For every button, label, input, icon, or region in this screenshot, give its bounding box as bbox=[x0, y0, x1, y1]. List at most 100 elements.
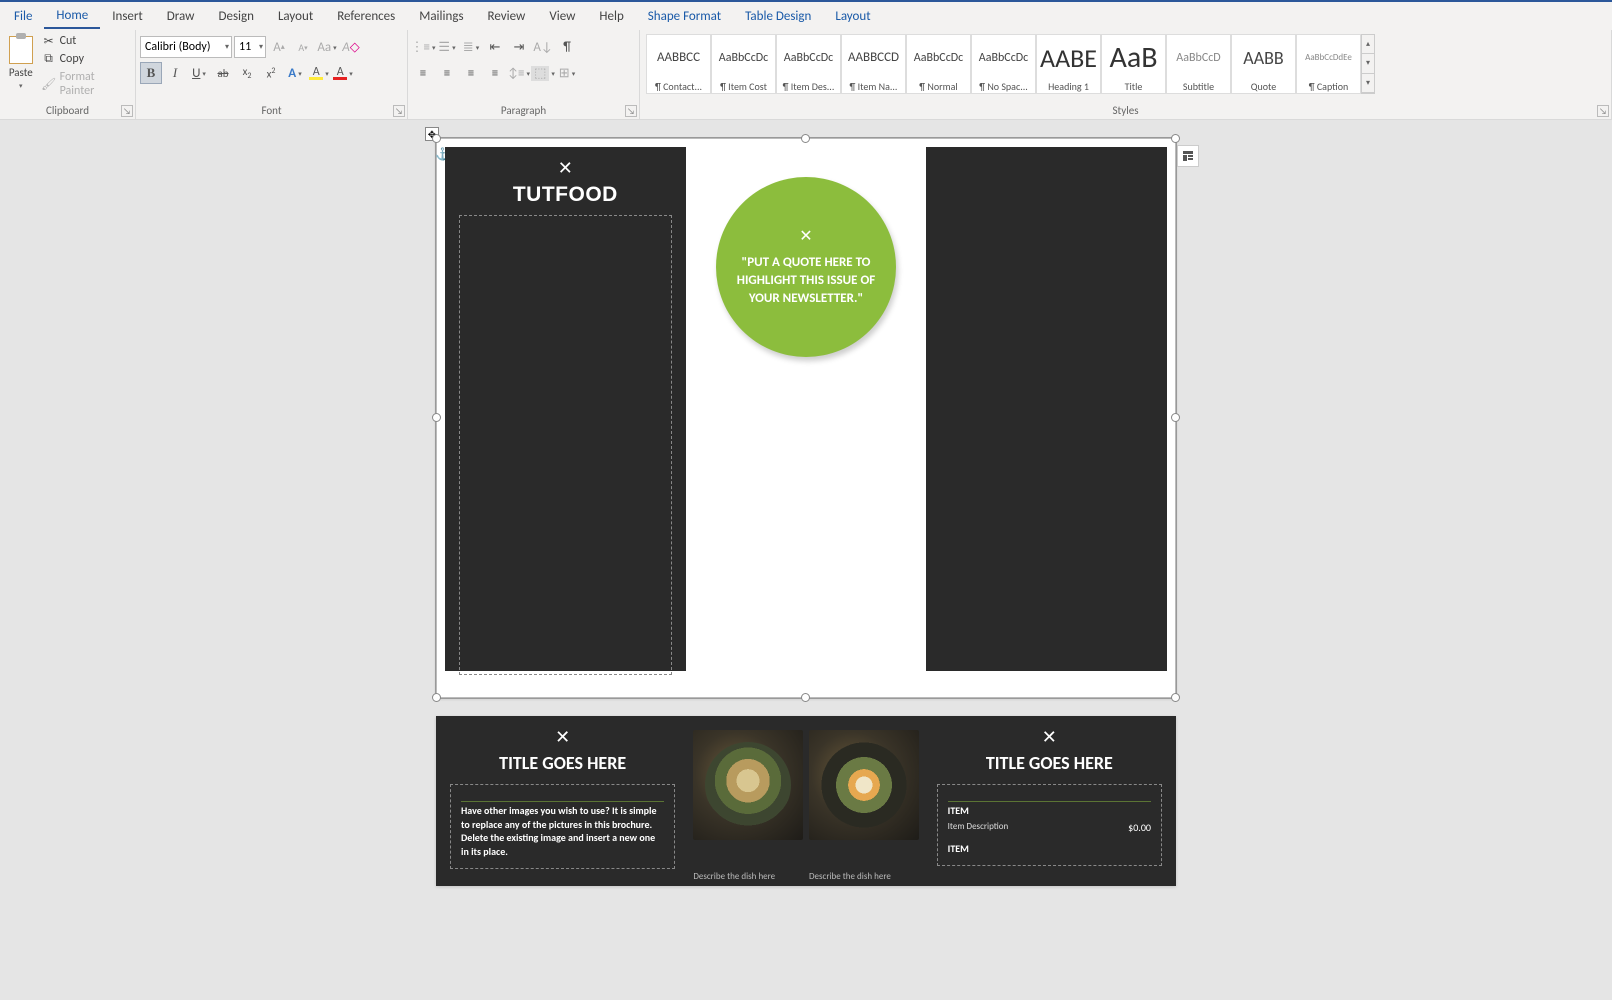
align-center-button[interactable]: ≡ bbox=[436, 62, 458, 84]
tab-view[interactable]: View bbox=[537, 5, 587, 28]
brochure-panel-left[interactable]: ✕ TUTFOOD bbox=[445, 147, 686, 671]
sel-handle[interactable] bbox=[1171, 134, 1180, 143]
quote-circle[interactable]: ✕ "PUT A QUOTE HERE TO HIGHLIGHT THIS IS… bbox=[716, 177, 896, 357]
tab-help[interactable]: Help bbox=[587, 5, 635, 28]
menu-placeholder[interactable]: ITEM Item Description $0.00 ITEM bbox=[937, 784, 1162, 866]
style-heading1[interactable]: AABEHeading 1 bbox=[1036, 34, 1101, 94]
layout-options-button[interactable] bbox=[1177, 145, 1199, 167]
sel-handle[interactable] bbox=[1171, 693, 1180, 702]
brochure2-right[interactable]: ✕ TITLE GOES HERE ITEM Item Description … bbox=[923, 716, 1176, 886]
tab-insert[interactable]: Insert bbox=[100, 5, 155, 28]
group-label-clipboard: Clipboard bbox=[4, 104, 131, 119]
decrease-font-button[interactable]: A▾ bbox=[292, 36, 314, 58]
font-launcher[interactable]: ↘ bbox=[393, 105, 405, 117]
show-marks-button[interactable]: ¶ bbox=[556, 36, 578, 58]
brochure-panel-center[interactable]: ✕ "PUT A QUOTE HERE TO HIGHLIGHT THIS IS… bbox=[686, 147, 927, 671]
brochure2-left[interactable]: ✕ TITLE GOES HERE Have other images you … bbox=[436, 716, 689, 886]
style-contact[interactable]: AABBCC¶ Contact... bbox=[646, 34, 711, 94]
strikethrough-button[interactable]: ab bbox=[212, 62, 234, 84]
style-item-na[interactable]: AABBCCD¶ Item Na... bbox=[841, 34, 906, 94]
italic-button[interactable]: I bbox=[164, 62, 186, 84]
text-effects-button[interactable]: A▾ bbox=[284, 62, 306, 84]
style-normal[interactable]: AaBbCcDc¶ Normal bbox=[906, 34, 971, 94]
styles-launcher[interactable]: ↘ bbox=[1597, 105, 1609, 117]
tab-draw[interactable]: Draw bbox=[155, 5, 207, 28]
brochure-panel-right[interactable] bbox=[926, 147, 1167, 671]
highlight-button[interactable]: A▾ bbox=[308, 62, 330, 84]
tab-review[interactable]: Review bbox=[476, 5, 538, 28]
bullets-button[interactable]: ⋮≡▾ bbox=[412, 36, 434, 58]
style-title[interactable]: AaBTitle bbox=[1101, 34, 1166, 94]
font-name-combo[interactable]: Calibri (Body) bbox=[140, 36, 232, 58]
style-caption[interactable]: AaBbCcDdEe¶ Caption bbox=[1296, 34, 1361, 94]
superscript-button[interactable]: x2 bbox=[260, 62, 282, 84]
sel-handle[interactable] bbox=[432, 134, 441, 143]
multilevel-button[interactable]: ≣▾ bbox=[460, 36, 482, 58]
clipboard-icon bbox=[9, 36, 33, 64]
borders-button[interactable]: ⊞▾ bbox=[556, 62, 578, 84]
menu-item-desc: Item Description bbox=[948, 821, 1009, 834]
copy-button[interactable]: ⧉ Copy bbox=[42, 52, 131, 66]
paragraph-launcher[interactable]: ↘ bbox=[625, 105, 637, 117]
align-left-button[interactable]: ≡ bbox=[412, 62, 434, 84]
gallery-up[interactable]: ▴ bbox=[1362, 35, 1374, 54]
subscript-button[interactable]: x2 bbox=[236, 62, 258, 84]
menu-item-name: ITEM bbox=[948, 842, 1151, 855]
align-right-button[interactable]: ≡ bbox=[460, 62, 482, 84]
copy-icon: ⧉ bbox=[42, 52, 56, 66]
style-item-cost[interactable]: AaBbCcDc¶ Item Cost bbox=[711, 34, 776, 94]
scissors-icon: ✂ bbox=[42, 34, 56, 48]
tab-table-layout[interactable]: Layout bbox=[823, 5, 882, 28]
underline-button[interactable]: U▾ bbox=[188, 62, 210, 84]
line-spacing-button[interactable]: ↕≡▾ bbox=[508, 62, 530, 84]
tab-references[interactable]: References bbox=[325, 5, 407, 28]
panel-title: TITLE GOES HERE bbox=[450, 752, 675, 774]
food-image[interactable] bbox=[693, 730, 803, 840]
shading-button[interactable]: ⬚▾ bbox=[532, 62, 554, 84]
change-case-button[interactable]: Aa▾ bbox=[316, 36, 338, 58]
tab-layout[interactable]: Layout bbox=[266, 5, 325, 28]
justify-button[interactable]: ≡ bbox=[484, 62, 506, 84]
image-caption: Describe the dish here bbox=[809, 871, 891, 882]
font-color-button[interactable]: A▾ bbox=[332, 62, 354, 84]
numbering-button[interactable]: ☰▾ bbox=[436, 36, 458, 58]
tab-design[interactable]: Design bbox=[206, 5, 265, 28]
sel-handle[interactable] bbox=[801, 134, 810, 143]
clear-formatting-button[interactable]: A◇ bbox=[340, 36, 362, 58]
tab-file[interactable]: File bbox=[2, 5, 44, 28]
tab-table-design[interactable]: Table Design bbox=[733, 5, 823, 28]
decrease-indent-button[interactable]: ⇤ bbox=[484, 36, 506, 58]
cut-button[interactable]: ✂ Cut bbox=[42, 34, 131, 48]
style-quote[interactable]: AABBQuote bbox=[1231, 34, 1296, 94]
text-placeholder[interactable] bbox=[459, 215, 672, 675]
tab-home[interactable]: Home bbox=[44, 4, 100, 29]
increase-font-button[interactable]: A▴ bbox=[268, 36, 290, 58]
gallery-down[interactable]: ▾ bbox=[1362, 54, 1374, 73]
brochure2-center[interactable]: Describe the dish here Describe the dish… bbox=[689, 716, 922, 886]
sel-handle[interactable] bbox=[801, 693, 810, 702]
style-item-des[interactable]: AaBbCcDc¶ Item Des... bbox=[776, 34, 841, 94]
page-2[interactable]: ✕ TITLE GOES HERE Have other images you … bbox=[436, 716, 1176, 886]
style-no-spac[interactable]: AaBbCcDc¶ No Spac... bbox=[971, 34, 1036, 94]
sel-handle[interactable] bbox=[1171, 413, 1180, 422]
gallery-more[interactable]: ▾ bbox=[1362, 74, 1374, 93]
page-1[interactable]: ✥ ⚓ ✕ TUTFOOD ✕ "PUT A QUOTE HERE TO HIG… bbox=[436, 138, 1176, 698]
paste-button[interactable]: Paste ▾ bbox=[4, 32, 38, 90]
gallery-scroll: ▴ ▾ ▾ bbox=[1361, 34, 1375, 94]
tab-mailings[interactable]: Mailings bbox=[407, 5, 475, 28]
sort-button[interactable]: A↓ bbox=[532, 36, 554, 58]
font-size-combo[interactable]: 11 bbox=[234, 36, 266, 58]
clipboard-launcher[interactable]: ↘ bbox=[121, 105, 133, 117]
food-image[interactable] bbox=[809, 730, 919, 840]
bold-button[interactable]: B bbox=[140, 62, 162, 84]
group-label-paragraph: Paragraph bbox=[412, 104, 635, 119]
sel-handle[interactable] bbox=[432, 413, 441, 422]
style-subtitle[interactable]: AaBbCcDSubtitle bbox=[1166, 34, 1231, 94]
text-placeholder[interactable]: Have other images you wish to use? It is… bbox=[450, 784, 675, 869]
menu-item-name: ITEM bbox=[948, 804, 1151, 817]
increase-indent-button[interactable]: ⇥ bbox=[508, 36, 530, 58]
tab-shape-format[interactable]: Shape Format bbox=[636, 5, 733, 28]
document-canvas[interactable]: ✥ ⚓ ✕ TUTFOOD ✕ "PUT A QUOTE HERE TO HIG… bbox=[0, 120, 1612, 1000]
sel-handle[interactable] bbox=[432, 693, 441, 702]
format-painter-button[interactable]: 🖌 Format Painter bbox=[42, 70, 131, 98]
